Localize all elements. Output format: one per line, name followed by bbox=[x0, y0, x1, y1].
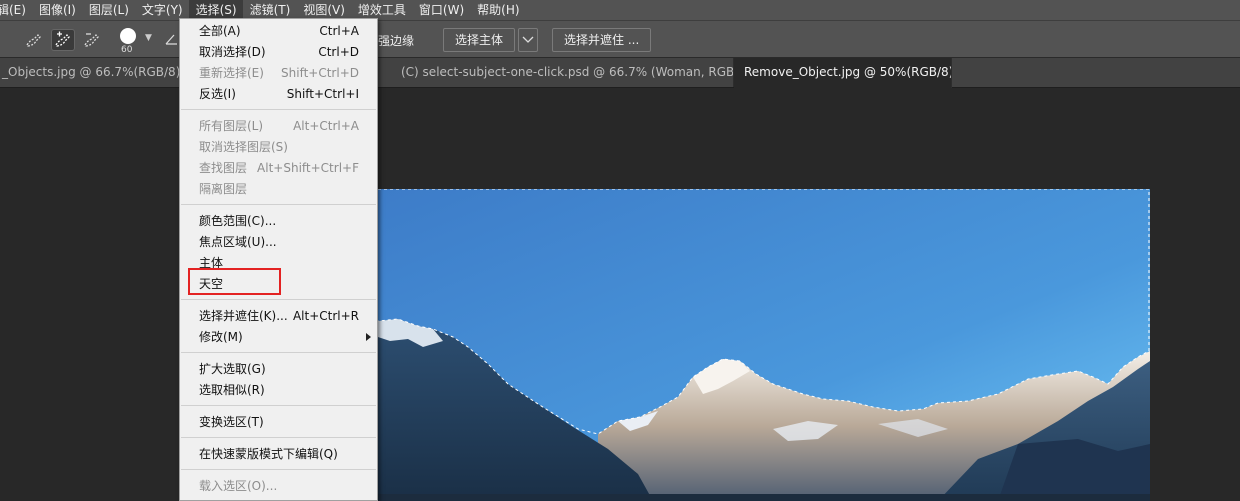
subtract-selection-brush-icon[interactable] bbox=[80, 29, 104, 51]
menu-item-inverse[interactable]: 反选(I) Shift+Ctrl+I bbox=[180, 84, 377, 104]
menu-item-label: 在快速蒙版模式下编辑(Q) bbox=[199, 447, 338, 461]
menu-image[interactable]: 图像(I) bbox=[32, 0, 82, 20]
enhance-edge-checkbox-label[interactable]: 强边缘 bbox=[378, 32, 414, 49]
select-and-mask-button[interactable]: 选择并遮住 ... bbox=[552, 28, 652, 52]
tab-label: _Objects.jpg @ 66.7%(RGB/8) bbox=[2, 65, 180, 79]
menu-item-shortcut: Alt+Shift+Ctrl+F bbox=[257, 161, 359, 175]
menu-layer[interactable]: 图层(L) bbox=[82, 0, 135, 20]
menu-item-label: 修改(M) bbox=[199, 330, 243, 344]
menu-item-color-range[interactable]: 颜色范围(C)... bbox=[180, 211, 377, 231]
menu-item-focus-area[interactable]: 焦点区域(U)... bbox=[180, 232, 377, 252]
menu-item-all[interactable]: 全部(A) Ctrl+A bbox=[180, 21, 377, 41]
tab-select-subject[interactable]: (C) select-subject-one-click.psd @ 66.7%… bbox=[389, 58, 734, 87]
menu-item-load-selection: 载入选区(O)... bbox=[180, 476, 377, 496]
mountain-photo bbox=[378, 189, 1150, 501]
menu-separator bbox=[181, 469, 376, 470]
menu-item-label: 选取相似(R) bbox=[199, 383, 265, 397]
menu-separator bbox=[181, 109, 376, 110]
menu-window[interactable]: 窗口(W) bbox=[412, 0, 470, 20]
menu-item-label: 变换选区(T) bbox=[199, 415, 264, 429]
menu-separator bbox=[181, 437, 376, 438]
menu-item-label: 重新选择(E) bbox=[199, 66, 264, 80]
menu-help[interactable]: 帮助(H) bbox=[470, 0, 525, 20]
menu-item-grow[interactable]: 扩大选取(G) bbox=[180, 359, 377, 379]
menu-view[interactable]: 视图(V) bbox=[296, 0, 351, 20]
menu-item-label: 所有图层(L) bbox=[199, 119, 264, 133]
menu-item-shortcut: Ctrl+D bbox=[318, 45, 359, 59]
submenu-arrow-icon bbox=[366, 333, 371, 341]
menu-item-reselect: 重新选择(E) Shift+Ctrl+D bbox=[180, 63, 377, 83]
menu-type[interactable]: 文字(Y) bbox=[135, 0, 189, 20]
new-selection-brush-icon[interactable] bbox=[22, 29, 46, 51]
menu-separator bbox=[181, 352, 376, 353]
menu-item-similar[interactable]: 选取相似(R) bbox=[180, 380, 377, 400]
menu-item-find-layers: 查找图层 Alt+Shift+Ctrl+F bbox=[180, 158, 377, 178]
menu-item-label: 查找图层 bbox=[199, 161, 248, 175]
menu-item-label: 取消选择(D) bbox=[199, 45, 266, 59]
menu-item-transform-selection[interactable]: 变换选区(T) bbox=[180, 412, 377, 432]
menu-item-label: 全部(A) bbox=[199, 24, 241, 38]
menu-item-label: 选择并遮住(K)... bbox=[199, 309, 288, 323]
menu-edit[interactable]: 辑(E) bbox=[0, 0, 32, 20]
tab-objects[interactable]: _Objects.jpg @ 66.7%(RGB/8) bbox=[0, 58, 180, 87]
menu-separator bbox=[181, 299, 376, 300]
menu-plugins[interactable]: 增效工具 bbox=[351, 0, 412, 20]
menu-item-modify[interactable]: 修改(M) bbox=[180, 327, 377, 347]
menu-item-quick-mask[interactable]: 在快速蒙版模式下编辑(Q) bbox=[180, 444, 377, 464]
chevron-down-icon bbox=[522, 36, 534, 43]
menu-separator bbox=[181, 204, 376, 205]
select-menu-dropdown: 全部(A) Ctrl+A 取消选择(D) Ctrl+D 重新选择(E) Shift+C… bbox=[179, 18, 378, 501]
menu-item-deselect-layers: 取消选择图层(S) bbox=[180, 137, 377, 157]
menu-item-select-and-mask[interactable]: 选择并遮住(K)... Alt+Ctrl+R bbox=[180, 306, 377, 326]
menu-item-label: 载入选区(O)... bbox=[199, 479, 278, 493]
menu-item-isolate-layers: 隔离图层 bbox=[180, 179, 377, 199]
menu-item-shortcut: Ctrl+A bbox=[319, 24, 359, 38]
menu-item-deselect[interactable]: 取消选择(D) Ctrl+D bbox=[180, 42, 377, 62]
menu-item-label: 焦点区域(U)... bbox=[199, 235, 277, 249]
menu-item-label: 颜色范围(C)... bbox=[199, 214, 277, 228]
add-selection-brush-icon[interactable] bbox=[51, 29, 75, 51]
menu-bar: 辑(E) 图像(I) 图层(L) 文字(Y) 选择(S) 滤镜(T) 视图(V)… bbox=[0, 0, 1240, 20]
select-subject-dropdown[interactable] bbox=[518, 28, 538, 52]
brush-size-value: 60 bbox=[121, 45, 133, 55]
tab-remove-object[interactable]: Remove_Object.jpg @ 50%(RGB/8)× bbox=[734, 58, 952, 88]
brush-dropdown-icon[interactable]: ▼ bbox=[145, 33, 152, 43]
menu-item-shortcut: Shift+Ctrl+I bbox=[286, 87, 359, 101]
brush-preview-icon[interactable] bbox=[120, 28, 136, 44]
menu-item-label: 反选(I) bbox=[199, 87, 236, 101]
angle-icon[interactable] bbox=[165, 32, 179, 46]
menu-filter[interactable]: 滤镜(T) bbox=[243, 0, 297, 20]
menu-item-shortcut: Alt+Ctrl+A bbox=[293, 119, 359, 133]
menu-item-label: 取消选择图层(S) bbox=[199, 140, 288, 154]
highlight-annotation-box bbox=[188, 268, 281, 295]
document-image[interactable] bbox=[378, 189, 1150, 501]
menu-item-label: 隔离图层 bbox=[199, 182, 248, 196]
tab-label: (C) select-subject-one-click.psd @ 66.7%… bbox=[401, 65, 734, 79]
menu-item-shortcut: Alt+Ctrl+R bbox=[292, 309, 359, 323]
tab-label: Remove_Object.jpg @ 50%(RGB/8) bbox=[744, 65, 952, 79]
menu-item-all-layers: 所有图层(L) Alt+Ctrl+A bbox=[180, 116, 377, 136]
menu-item-shortcut: Shift+Ctrl+D bbox=[281, 66, 359, 80]
menu-item-label: 扩大选取(G) bbox=[199, 362, 266, 376]
menu-separator bbox=[181, 405, 376, 406]
select-subject-button[interactable]: 选择主体 bbox=[443, 28, 516, 52]
menu-select[interactable]: 选择(S) bbox=[188, 0, 243, 20]
